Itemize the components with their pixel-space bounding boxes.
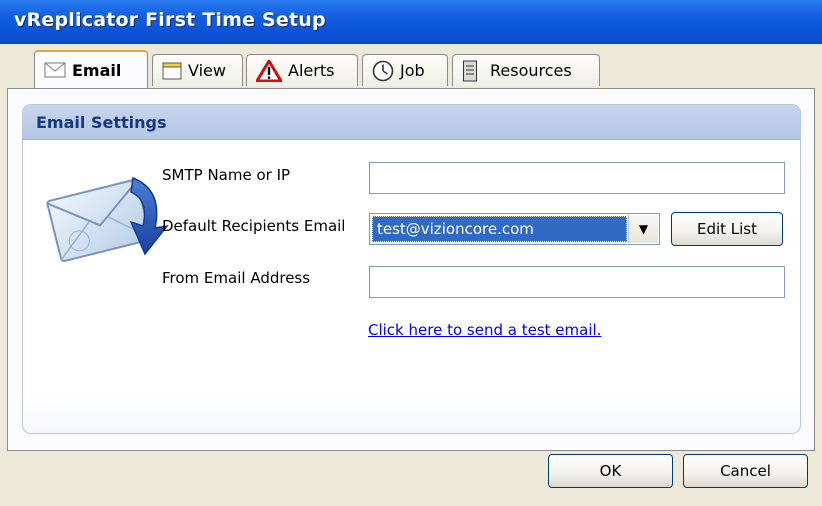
email-settings-group: Email Settings SMTP Name or IP Default R… <box>22 104 801 434</box>
clock-icon <box>372 60 394 81</box>
send-test-email-link[interactable]: Click here to send a test email. <box>368 321 601 339</box>
tab-alerts[interactable]: Alerts <box>246 54 358 86</box>
smtp-input[interactable] <box>369 162 785 194</box>
from-email-label: From Email Address <box>162 269 311 287</box>
title-bar[interactable]: vReplicator First Time Setup <box>0 0 822 45</box>
tab-strip: Email View Alerts Job Resources <box>0 44 822 88</box>
warning-icon <box>256 59 282 82</box>
server-icon <box>463 60 477 81</box>
from-email-input[interactable] <box>369 266 785 298</box>
window-title: vReplicator First Time Setup <box>14 9 326 31</box>
tab-resources[interactable]: Resources <box>452 54 600 86</box>
ok-button[interactable]: OK <box>548 454 673 488</box>
email-settings-header: Email Settings <box>23 105 800 140</box>
tab-label: Email <box>72 60 122 80</box>
tab-panel-email: Email Settings SMTP Name or IP Default R… <box>7 88 815 451</box>
chevron-down-icon[interactable]: ▼ <box>628 215 658 243</box>
recipients-selected-value: test@vizioncore.com <box>372 216 627 242</box>
edit-list-button[interactable]: Edit List <box>671 212 783 246</box>
tab-view[interactable]: View <box>152 54 243 86</box>
dialog-body: Email View Alerts Job Resources Email Se… <box>0 44 822 506</box>
smtp-label: SMTP Name or IP <box>162 166 291 184</box>
tab-label: Alerts <box>288 61 335 80</box>
envelope-icon <box>44 62 66 78</box>
tab-label: Resources <box>490 61 572 80</box>
email-settings-icon <box>46 176 169 263</box>
window-icon <box>162 62 182 79</box>
tab-label: Job <box>400 61 425 80</box>
tab-label: View <box>188 61 226 80</box>
recipients-label: Default Recipients Email <box>162 217 346 235</box>
tab-email[interactable]: Email <box>34 50 148 88</box>
cancel-button[interactable]: Cancel <box>683 454 808 488</box>
recipients-combobox[interactable]: test@vizioncore.com ▼ <box>369 213 660 245</box>
tab-job[interactable]: Job <box>362 54 448 86</box>
